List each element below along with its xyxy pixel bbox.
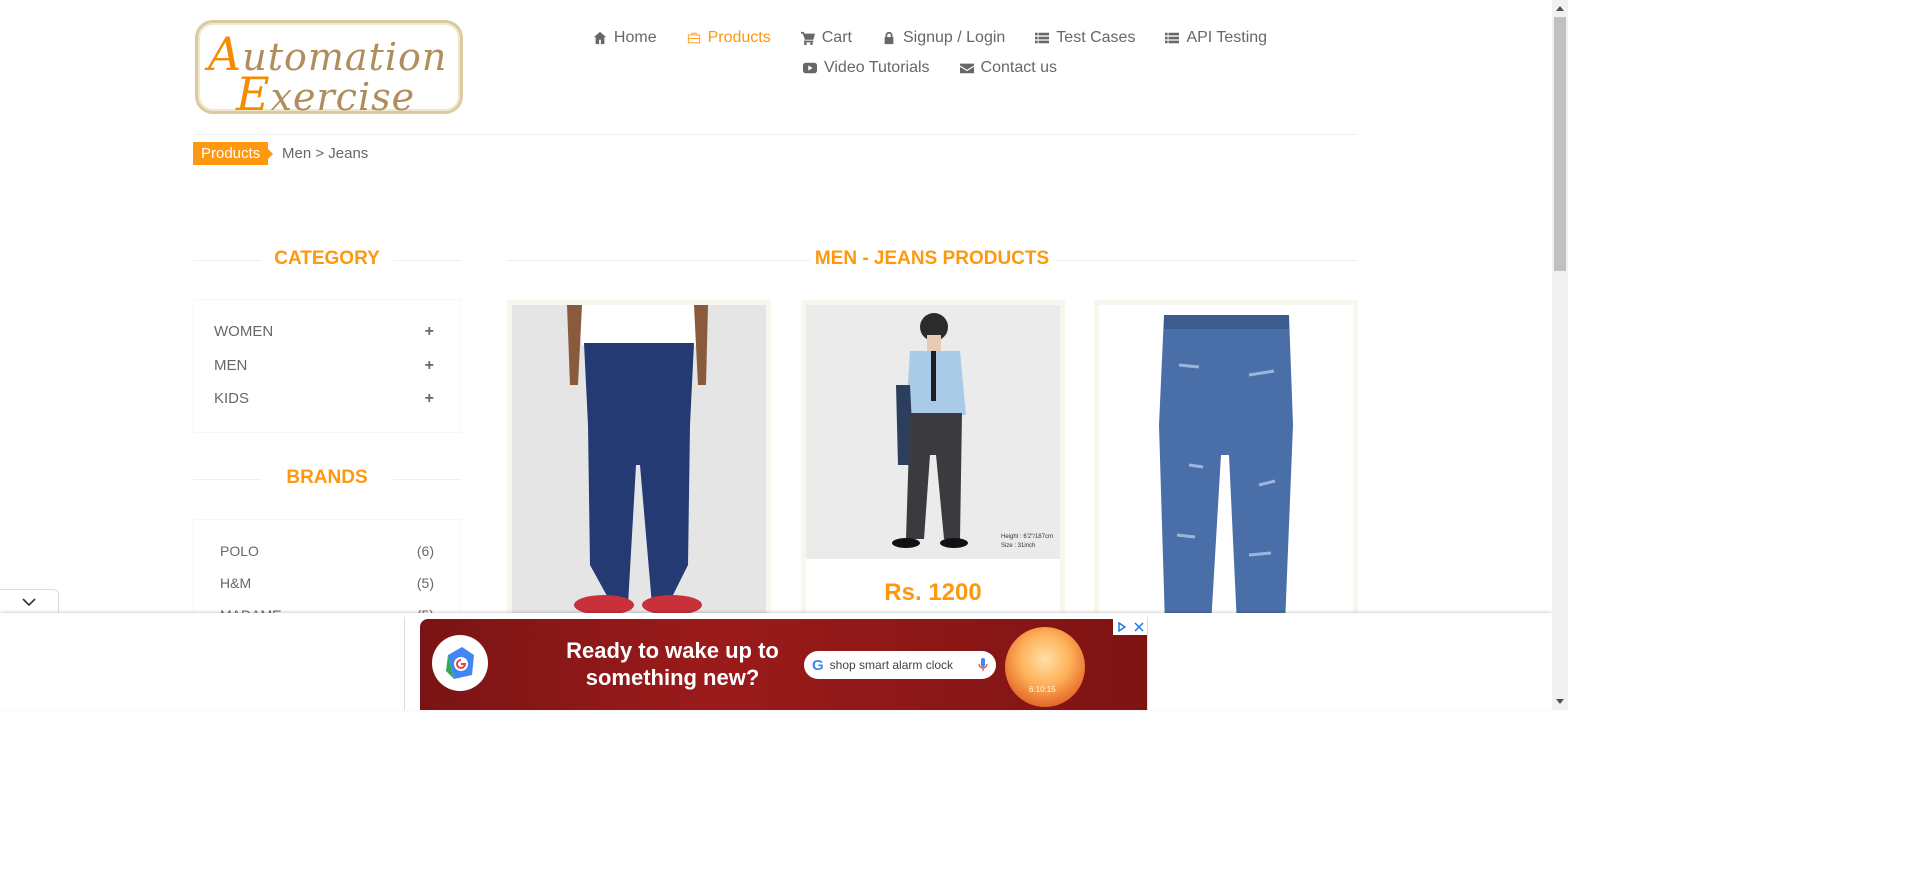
page: Automation Exercise Home Products Cart S… [0, 0, 1568, 710]
jeans-photo-1 [512, 305, 766, 615]
category-women[interactable]: WOMEN + [214, 323, 434, 341]
nav-cart-label: Cart [821, 29, 852, 46]
nav-row-1: Home Products Cart Signup / Login Test C… [580, 28, 1280, 48]
products-title: MEN - JEANS PRODUCTS [814, 248, 1050, 269]
nav-signup-login-label: Signup / Login [902, 29, 1006, 46]
product-card-2[interactable]: Height : 6'2"/187cm Size : 31inch Rs. 12… [801, 300, 1065, 620]
google-shopping-icon [432, 635, 488, 691]
scroll-up-arrow-icon[interactable] [1552, 0, 1568, 17]
products-title-line-left [507, 260, 810, 261]
brand-polo-label: POLO [220, 543, 259, 559]
microphone-icon [978, 658, 988, 671]
brands-title-line-left [193, 479, 261, 480]
brands-panel: POLO (6) H&M (5) MADAME (5) [193, 519, 461, 619]
list-icon [1165, 32, 1180, 44]
brand-polo-count: (6) [416, 543, 434, 559]
category-title-line-right [393, 260, 461, 261]
nav-products-label: Products [707, 29, 771, 46]
ad-controls [1113, 619, 1147, 635]
ad-search-text: shop smart alarm clock [829, 658, 954, 672]
brand-hm-label: H&M [220, 575, 252, 591]
ad-collapse-toggle[interactable] [0, 589, 59, 614]
jeans-photo-3 [1159, 315, 1293, 615]
jeans-photo-2 [806, 305, 1060, 559]
category-men[interactable]: MEN + [214, 357, 434, 375]
lock-icon [884, 31, 894, 45]
nav-test-cases[interactable]: Test Cases [1020, 28, 1150, 48]
nav-signup-login[interactable]: Signup / Login [867, 28, 1020, 48]
category-kids[interactable]: KIDS + [214, 390, 434, 408]
envelope-icon [959, 63, 974, 74]
plus-icon[interactable]: + [425, 357, 434, 375]
scrollbar-thumb[interactable] [1554, 17, 1566, 271]
ad-search-box[interactable]: G shop smart alarm clock [804, 651, 996, 679]
category-title-line-left [193, 260, 261, 261]
logo-line-2: Exercise [236, 67, 416, 121]
nav-products[interactable]: Products [672, 28, 786, 48]
category-women-label: WOMEN [214, 323, 274, 340]
brands-title: BRANDS [286, 467, 368, 488]
list-icon [1035, 32, 1050, 44]
nav-video-tutorials[interactable]: Video Tutorials [788, 58, 945, 78]
home-icon [593, 31, 607, 45]
brand-polo[interactable]: POLO (6) [220, 543, 434, 559]
nav-api-testing-label: API Testing [1186, 29, 1268, 46]
site-logo[interactable]: Automation Exercise [195, 20, 463, 121]
ad-clock-time: 6:10:15 [1029, 685, 1056, 694]
header-divider [195, 134, 1357, 135]
google-g-icon: G [812, 656, 824, 674]
breadcrumb-path: Men > Jeans [282, 145, 369, 162]
category-kids-label: KIDS [214, 390, 250, 407]
product-card-3[interactable] [1094, 300, 1358, 620]
nav-contact-us-label: Contact us [980, 59, 1058, 76]
ad-choices-icon[interactable] [1113, 619, 1130, 635]
category-title: CATEGORY [274, 248, 380, 269]
brand-hm[interactable]: H&M (5) [220, 575, 434, 591]
product-image-1[interactable] [512, 305, 766, 615]
plus-icon[interactable]: + [425, 390, 434, 408]
ad-close-icon[interactable] [1130, 619, 1147, 635]
ad-banner[interactable]: Ready to wake up to something new? G sho… [420, 619, 1147, 710]
nav-home-label: Home [613, 29, 657, 46]
nav-video-tutorials-label: Video Tutorials [823, 59, 930, 76]
cart-icon [800, 31, 815, 45]
nav-home[interactable]: Home [578, 28, 672, 48]
product-price-2: Rs. 1200 [884, 579, 982, 606]
products-title-line-right [1054, 260, 1357, 261]
product-image-3[interactable] [1099, 305, 1353, 615]
category-men-label: MEN [214, 357, 248, 374]
brand-hm-count: (5) [416, 575, 434, 591]
scroll-down-arrow-icon[interactable] [1552, 693, 1568, 710]
alarm-clock-image [1005, 627, 1085, 707]
youtube-icon [802, 62, 817, 74]
chevron-down-icon [22, 598, 36, 606]
plus-icon[interactable]: + [425, 323, 434, 341]
product-card-1[interactable] [507, 300, 771, 620]
nav-api-testing[interactable]: API Testing [1150, 28, 1282, 48]
nav-contact-us[interactable]: Contact us [945, 58, 1072, 78]
nav-test-cases-label: Test Cases [1056, 29, 1136, 46]
nav-row-2: Video Tutorials Contact us [580, 58, 1280, 78]
nav-cart[interactable]: Cart [786, 28, 867, 48]
products-icon [687, 32, 700, 44]
category-panel: WOMEN + MEN + KIDS + [193, 299, 461, 433]
ad-headline: Ready to wake up to something new? [566, 638, 779, 690]
product-image-2[interactable]: Height : 6'2"/187cm Size : 31inch [806, 305, 1060, 559]
photo-caption: Height : 6'2"/187cm Size : 31inch [1001, 534, 1053, 549]
brands-title-line-right [393, 479, 461, 480]
main-nav: Home Products Cart Signup / Login Test C… [580, 28, 1280, 78]
breadcrumb-badge[interactable]: Products [193, 142, 274, 165]
